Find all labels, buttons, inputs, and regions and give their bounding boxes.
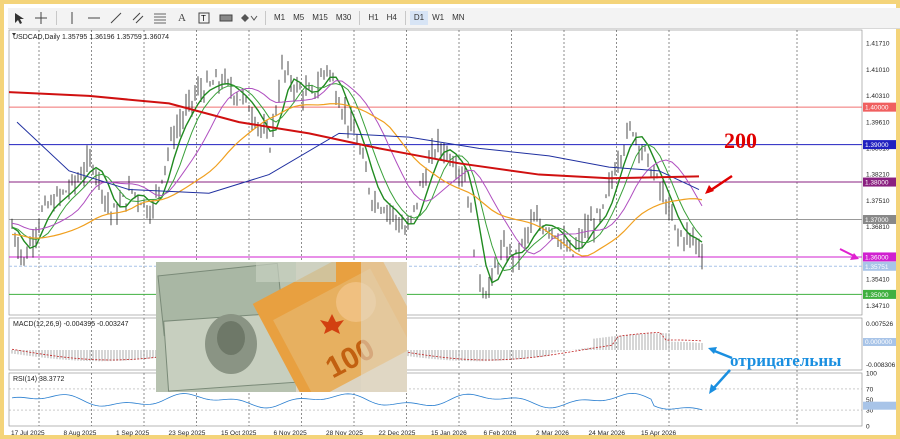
timeframe-h4[interactable]: H4 [383,11,401,25]
vertical-line-icon[interactable] [64,10,80,26]
timeframe-h1[interactable]: H1 [364,11,382,25]
macd-scale-label: 0.000000 [865,339,892,346]
cursor-icon[interactable] [11,10,27,26]
horizontal-line-icon[interactable] [86,10,102,26]
svg-text:T: T [201,14,206,23]
rsi-scale-label: 100 [866,371,877,378]
negative-annotation: отрицательны [730,351,842,370]
price-tick-label: 1.37510 [866,198,890,205]
price-tick-label: 1.41710 [866,41,890,48]
ma200-annotation: 200 [724,128,757,153]
trendline-icon[interactable] [108,10,124,26]
price-tick-label: 1.35410 [866,277,890,284]
fibo-icon[interactable] [152,10,168,26]
timeframe-w1[interactable]: W1 [428,11,448,25]
date-axis-label: 8 Aug 2025 [64,430,97,437]
level-price-label: 1.40000 [865,105,889,112]
crosshair-icon[interactable] [33,10,49,26]
rsi-title: RSI(14) 38.3772 [13,376,64,383]
price-tick-label: 1.41010 [866,67,890,74]
text-icon[interactable]: A [174,10,190,26]
macd-title: MACD(12,26,9) -0.004395 -0.003247 [13,321,129,328]
timeframe-m5[interactable]: M5 [289,11,308,25]
macd-scale-label: 0.007526 [866,321,893,328]
price-tick-label: 1.40310 [866,93,890,100]
date-axis-label: 6 Feb 2026 [484,430,517,437]
date-axis-label: 2 Mar 2026 [536,430,569,437]
date-axis-label: 22 Dec 2025 [379,430,416,437]
level-price-label: 1.38000 [865,180,889,187]
rsi-scale-label: 0 [866,424,870,431]
timeframe-m1[interactable]: M1 [270,11,289,25]
rsi-scale-label: 70 [866,386,874,393]
rsi-value-tag [863,401,896,410]
date-axis-label: 1 Sep 2025 [116,430,150,437]
price-tick-label: 1.39610 [866,119,890,126]
timeframe-m30[interactable]: M30 [332,11,356,25]
banknotes-photo: 100 [156,262,407,392]
chart-title: USDCAD,Daily 1.35795 1.36196 1.35759 1.3… [13,34,169,41]
level-price-label: 1.36000 [865,254,889,261]
date-axis-label: 28 Nov 2025 [326,430,363,437]
timeframe-m15[interactable]: M15 [308,11,332,25]
price-tick-label: 1.36810 [866,224,890,231]
trading-terminal: A T M1 M5 M15 M30 H1 H4 D1 W1 MN 1.41710 1.41010 1… [0,0,900,439]
date-axis-label: 15 Apr 2026 [641,430,676,437]
channel-icon[interactable] [130,10,146,26]
rectangle-icon[interactable] [218,10,234,26]
price-chart-area[interactable]: 1.417101.410101.403101.396101.389101.382… [4,28,896,439]
chart-toolbar: A T M1 M5 M15 M30 H1 H4 D1 W1 MN [8,8,900,29]
date-axis-label: 15 Jan 2026 [431,430,467,437]
shapes-icon[interactable] [240,10,258,26]
timeframe-d1[interactable]: D1 [409,11,429,25]
price-tick-label: 1.34710 [866,303,890,310]
date-axis-label: 6 Nov 2025 [274,430,308,437]
date-axis-label: 24 Mar 2026 [589,430,626,437]
date-axis-label: 15 Oct 2025 [221,430,257,437]
label-icon[interactable]: T [196,10,212,26]
level-price-label: 1.35751 [865,264,889,271]
date-axis-label: 17 Jul 2025 [11,430,45,437]
level-price-label: 1.35000 [865,292,889,299]
timeframe-mn[interactable]: MN [448,11,468,25]
level-price-label: 1.37000 [865,217,889,224]
macd-scale-label: -0.008306 [866,362,896,369]
date-axis-label: 23 Sep 2025 [169,430,206,437]
rsi-panel [8,372,863,427]
level-price-label: 1.39000 [865,142,889,149]
main-price-panel [8,29,863,316]
